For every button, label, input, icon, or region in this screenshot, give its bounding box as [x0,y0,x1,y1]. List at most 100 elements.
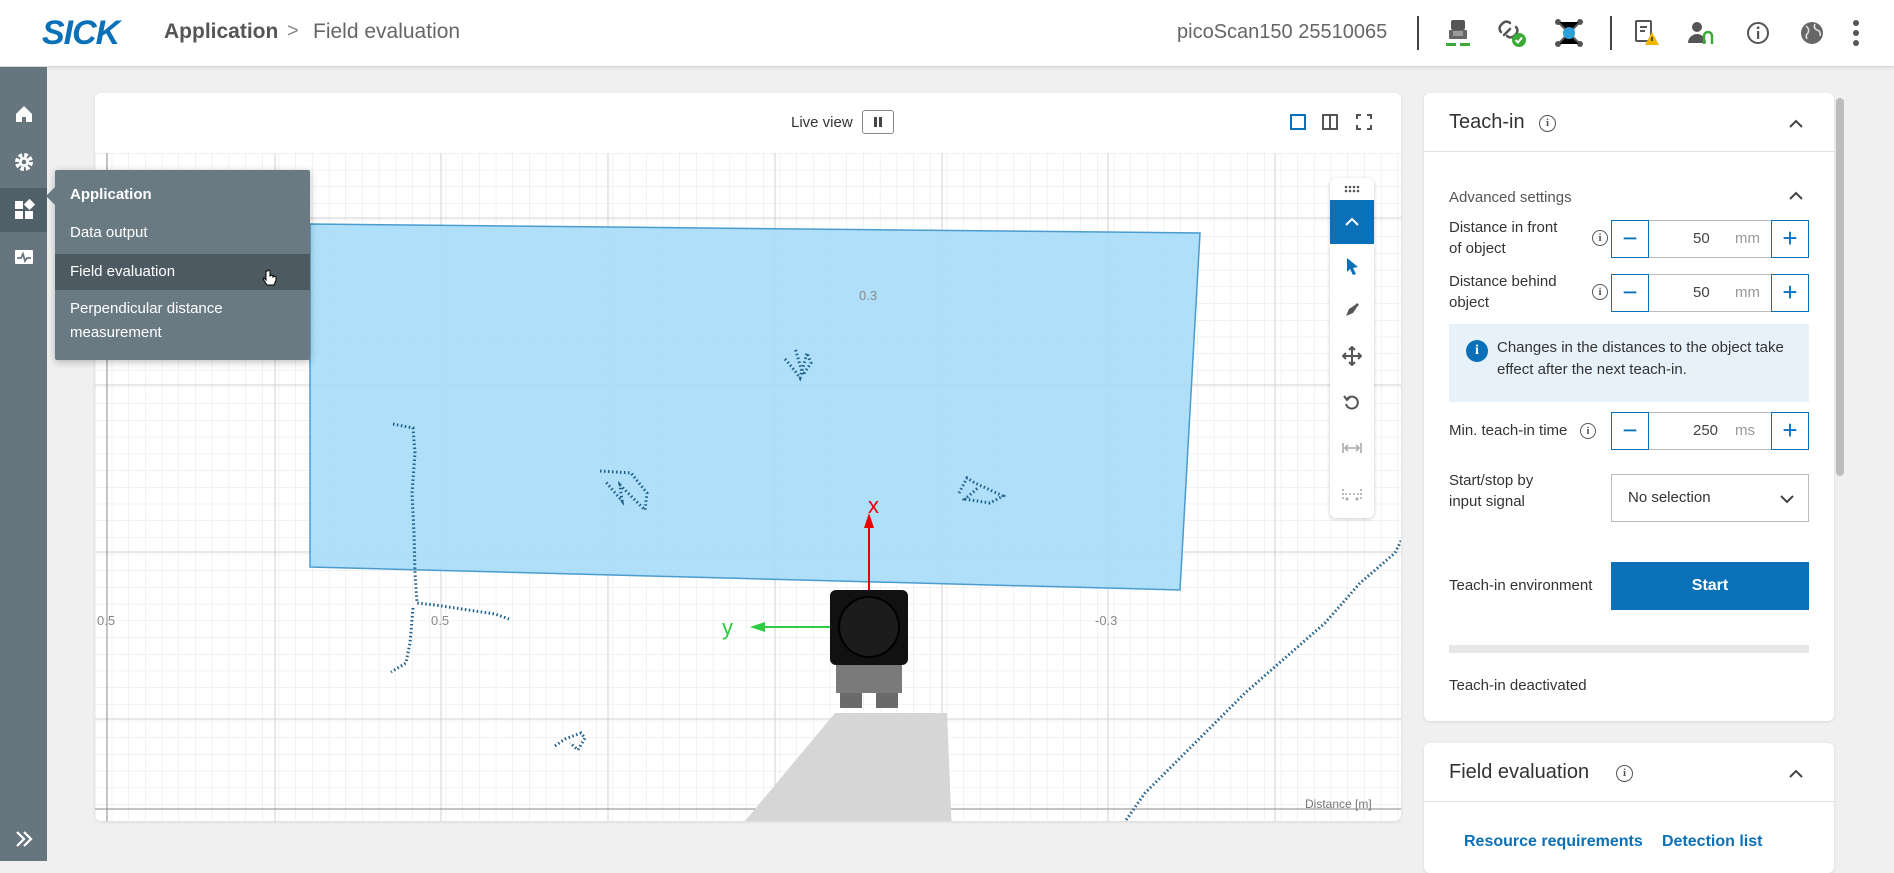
start-stop-select[interactable]: No selection [1611,474,1809,522]
distance-behind-stepper: − 50 mm + [1611,274,1809,312]
teach-in-panel: Teach-in i Advanced settings Distance in… [1424,93,1834,721]
measure-point-distance-icon[interactable] [1330,472,1374,516]
x-axis-label: x [868,493,879,518]
right-panel-scrollbar[interactable] [1836,98,1844,476]
min-time-value: 250 [1693,422,1719,439]
panel-divider [1424,801,1834,802]
app-header: SICK Application > Field evaluation pico… [0,0,1894,67]
distance-behind-input[interactable]: 50 mm [1649,274,1771,312]
user-login-icon[interactable] [1682,15,1718,51]
distance-axis-label: Distance [m] [1305,797,1372,811]
expand-rail-icon[interactable] [0,817,47,861]
min-time-unit: ms [1735,422,1755,439]
distance-behind-decrement[interactable]: − [1611,274,1649,312]
drag-handle-icon[interactable] [1330,178,1374,200]
tick-label-left: 0.5 [97,613,115,628]
distance-front-decrement[interactable]: − [1611,220,1649,258]
pen-draw-icon[interactable] [1330,288,1374,332]
distance-front-label: Distance in front of object [1449,219,1558,257]
distance-behind-unit: mm [1735,284,1760,301]
start-stop-label: Start/stop by input signal [1449,472,1534,510]
note-info-icon: i [1466,340,1488,362]
network-icon[interactable] [1551,15,1587,51]
single-view-icon[interactable] [1286,110,1310,134]
rotate-icon[interactable] [1330,380,1374,424]
distance-front-stepper: − 50 mm + [1611,220,1809,258]
distance-behind-value: 50 [1693,284,1710,301]
move-icon[interactable] [1330,334,1374,378]
tab-resource-requirements[interactable]: Resource requirements [1464,833,1643,851]
pause-button[interactable] [862,110,894,134]
collapse-toolbar-chevron-up-icon[interactable] [1330,200,1374,244]
min-time-input[interactable]: 250 ms [1649,412,1771,450]
tick-label-top: 0.3 [859,288,877,303]
plot-toolbar [1330,178,1374,518]
teach-in-progress-bar [1449,645,1809,653]
field-evaluation-title: Field evaluation [1449,761,1590,783]
teach-in-note: i Changes in the distances to the object… [1449,324,1809,402]
header-divider [1417,16,1419,50]
device-name: picoScan150 25510065 [1177,21,1388,43]
warning-document-icon[interactable] [1628,15,1664,51]
field-evaluation-panel: Field evaluation i Resource requirements… [1424,743,1834,873]
start-teach-in-button[interactable]: Start [1611,562,1809,610]
tick-label-left-2: 0.5 [431,613,449,628]
min-time-info-icon[interactable]: i [1580,423,1596,439]
distance-front-info-icon[interactable]: i [1592,230,1608,246]
min-time-decrement[interactable]: − [1611,412,1649,450]
distance-behind-increment[interactable]: + [1771,274,1809,312]
advanced-settings-label[interactable]: Advanced settings [1449,187,1572,208]
field-polygon[interactable] [309,223,1201,591]
distance-behind-info-icon[interactable]: i [1592,284,1608,300]
distance-behind-label: Distance behind object [1449,273,1557,311]
start-stop-selected-value: No selection [1628,489,1711,506]
chevron-down-icon [1780,495,1794,504]
tab-detection-list[interactable]: Detection list [1662,833,1762,851]
device-connected-icon[interactable] [1440,15,1476,51]
panel-divider [1424,151,1834,152]
min-time-stepper: − 250 ms + [1611,412,1809,450]
teach-in-environment-label: Teach-in environment [1449,577,1593,594]
measure-distance-icon[interactable] [1330,426,1374,470]
menu-item-perpendicular-distance[interactable]: Perpendicular distance measurement [55,297,255,345]
min-time-increment[interactable]: + [1771,412,1809,450]
sick-logo[interactable]: SICK [42,14,120,53]
left-nav-rail [0,67,47,861]
live-view-label: Live view [791,114,853,131]
breadcrumb-application[interactable]: Application [164,20,278,44]
monitoring-icon[interactable] [0,236,47,280]
language-globe-icon[interactable] [1794,15,1830,51]
distance-front-increment[interactable]: + [1771,220,1809,258]
note-text: Changes in the distances to the object t… [1497,339,1784,378]
fullscreen-icon[interactable] [1352,110,1376,134]
teach-in-title: Teach-in [1449,111,1525,133]
info-icon[interactable] [1740,15,1776,51]
distance-front-input[interactable]: 50 mm [1649,220,1771,258]
collapse-field-evaluation-chevron-icon[interactable] [1786,763,1806,783]
link-connected-icon[interactable] [1494,15,1530,51]
teach-in-info-icon[interactable]: i [1539,115,1556,132]
distance-front-value: 50 [1693,230,1710,247]
flyout-title: Application [70,186,152,203]
min-teach-in-time-label: Min. teach-in time [1449,422,1568,439]
distance-front-unit: mm [1735,230,1760,247]
application-flyout-menu: Application Data output Field evaluation… [46,170,310,360]
scanner-device [830,590,908,708]
breadcrumb-current-page: Field evaluation [313,20,461,43]
mouse-cursor-icon [262,269,277,286]
header-divider [1610,16,1612,50]
menu-item-data-output[interactable]: Data output [55,216,310,250]
more-menu-icon[interactable] [1838,15,1874,51]
split-view-icon[interactable] [1318,110,1342,134]
y-axis-label: y [722,615,733,640]
settings-gear-icon[interactable] [0,140,47,184]
select-pointer-icon[interactable] [1330,244,1374,288]
teach-in-status: Teach-in deactivated [1449,677,1587,694]
breadcrumb-separator: > [287,20,299,42]
tick-label-right: -0.3 [1095,613,1117,628]
application-dashboard-icon[interactable] [0,188,47,232]
collapse-teach-in-chevron-icon[interactable] [1786,113,1806,133]
collapse-advanced-chevron-icon[interactable] [1786,185,1806,205]
field-evaluation-info-icon[interactable]: i [1616,765,1633,782]
home-icon[interactable] [0,92,47,136]
